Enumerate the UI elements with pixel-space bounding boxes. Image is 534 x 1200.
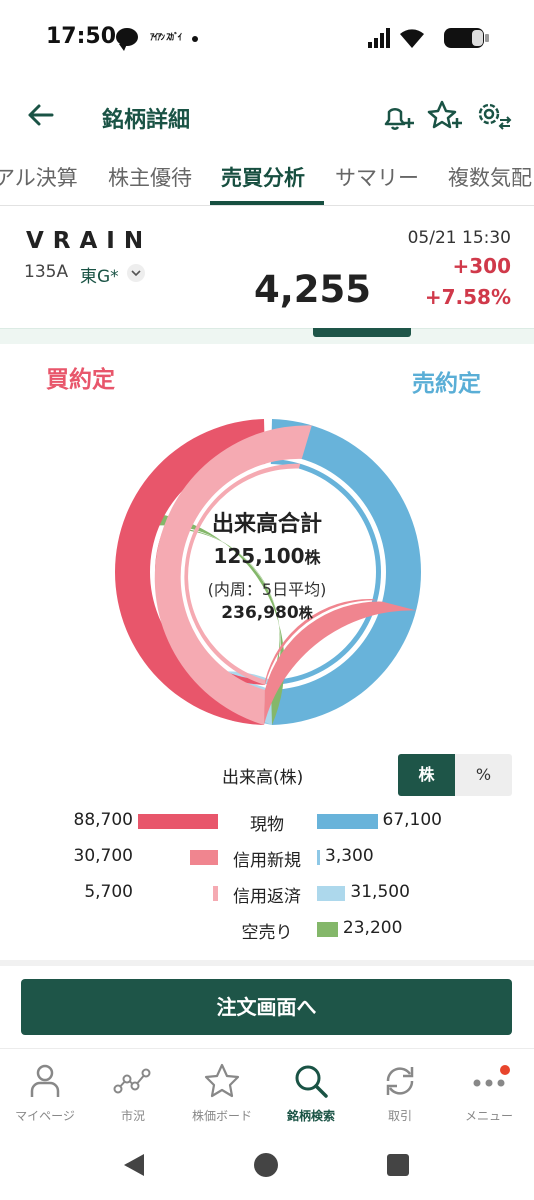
buy-volume-value: 88,700 [73,810,133,830]
total-volume-number: 125,100 [213,544,305,568]
nav-trade[interactable]: 取引 [355,1061,445,1124]
system-back-icon[interactable] [124,1154,144,1176]
volume-donut-chart [114,419,422,725]
toggle-shares-button[interactable]: 株 [398,754,455,796]
app-notification-icon: ｱｲｱﾝ ｽｶﾞｲ [150,33,182,43]
refresh-icon [386,1067,414,1095]
wifi-icon [400,29,424,48]
current-price: 4,255 [254,268,372,311]
nav-market[interactable]: 市況 [88,1061,178,1124]
sell-volume-value: 23,200 [342,918,403,938]
row-label: 信用返済 [233,887,301,907]
nav-label: 株価ボード [191,1109,252,1123]
buy-volume-value: 5,700 [84,882,133,902]
nav-label: メニュー [464,1109,513,1123]
page-title: 銘柄詳細 [102,108,191,133]
sell-volume-bar [317,814,378,829]
nav-label: 取引 [387,1109,412,1123]
average-volume-number: 236,980 [221,603,299,623]
settings-gear-icon[interactable] [472,96,512,136]
tab-shareholder-benefits[interactable]: 株主優待 [108,162,192,202]
volume-row-margin-new: 30,700 信用新規 3,300 [0,844,534,872]
nav-mypage[interactable]: マイページ [0,1061,90,1124]
sell-volume-bar [317,850,320,865]
average-volume-value: 236,980株 [165,603,369,623]
market-icon [113,1068,151,1094]
tab-order-book[interactable]: 複数気配 [448,162,532,202]
price-datetime: 05/21 15:30 [407,228,511,248]
nav-stock-board[interactable]: 株価ボード [177,1061,267,1124]
bottom-navigation: マイページ 市況 株価ボード 銘柄検索 取引 メニュー [0,1048,534,1134]
buy-volume-bar [190,850,218,865]
notification-badge [500,1065,510,1075]
chart-drawer-strip [0,328,534,344]
sell-volume-bar [317,886,346,901]
section-divider [0,960,534,966]
market-selector[interactable]: 東G* [80,262,119,287]
sell-volume-value: 67,100 [382,810,442,830]
tab-trade-analysis[interactable]: 売買分析 [221,162,305,202]
sell-volume-value: 3,300 [325,846,374,866]
average-label: (内周：5日平均) [207,580,327,599]
toggle-percent-button[interactable]: % [455,754,512,796]
total-volume-title: 出来高合計 [211,512,322,537]
buy-volume-value: 30,700 [73,846,133,866]
person-icon [30,1064,60,1097]
price-change: +300 [452,254,511,278]
sell-label: 売約定 [412,371,481,397]
system-status-icons [368,28,489,48]
drawer-handle[interactable] [313,328,411,337]
average-volume-unit: 株 [298,606,313,622]
total-volume-value: 125,100株 [165,544,369,568]
battery-icon [444,28,489,48]
row-label: 信用新規 [233,851,301,871]
back-arrow-icon[interactable] [24,98,58,132]
signal-icon [368,28,390,48]
buy-volume-bar [138,814,218,829]
chevron-down-icon[interactable] [127,264,145,282]
stock-name: VRAIN [26,228,153,254]
price-change-percent: +7.58% [424,285,511,309]
system-recents-icon[interactable] [387,1154,409,1176]
notification-dot-icon [192,36,198,42]
nav-label: 銘柄検索 [286,1109,335,1123]
unit-toggle: 株 % [398,754,512,796]
star-icon [204,1063,240,1098]
volume-row-margin-close: 5,700 信用返済 31,500 [0,880,534,908]
status-time: 17:50 [46,24,117,49]
row-label: 空売り [241,923,293,943]
favorite-add-icon[interactable] [424,96,464,136]
buy-label: 買約定 [46,367,115,393]
nav-menu[interactable]: メニュー [444,1061,534,1124]
nav-label: 市況 [120,1109,145,1123]
total-volume-unit: 株 [304,548,321,567]
volume-row-cash: 88,700 現物 67,100 [0,808,534,836]
app-bar: 銘柄詳細 [0,86,534,146]
nav-label: マイページ [15,1109,75,1123]
tab-summary[interactable]: サマリー [335,162,419,202]
volume-caption: 出来高(株) [222,768,304,788]
nav-stock-search[interactable]: 銘柄検索 [266,1061,356,1124]
chat-icon [116,28,138,51]
stock-code: 135A [24,262,69,282]
sell-volume-bar [317,922,338,937]
volume-row-short-sell: 空売り 23,200 [0,916,534,944]
tab-financial-results[interactable]: アル決算 [0,162,78,202]
system-navigation [0,1138,534,1200]
sell-volume-value: 31,500 [350,882,410,902]
active-tab-indicator [210,201,324,205]
alert-bell-add-icon[interactable] [378,96,418,136]
order-screen-button[interactable]: 注文画面へ [21,979,512,1035]
buy-volume-bar [212,886,218,901]
row-label: 現物 [250,815,284,835]
search-icon [295,1065,328,1098]
status-bar: 17:50 ｱｲｱﾝ ｽｶﾞｲ [0,0,534,76]
system-home-icon[interactable] [254,1153,278,1177]
tab-bar: アル決算 株主優待 売買分析 サマリー 複数気配 [0,152,534,206]
